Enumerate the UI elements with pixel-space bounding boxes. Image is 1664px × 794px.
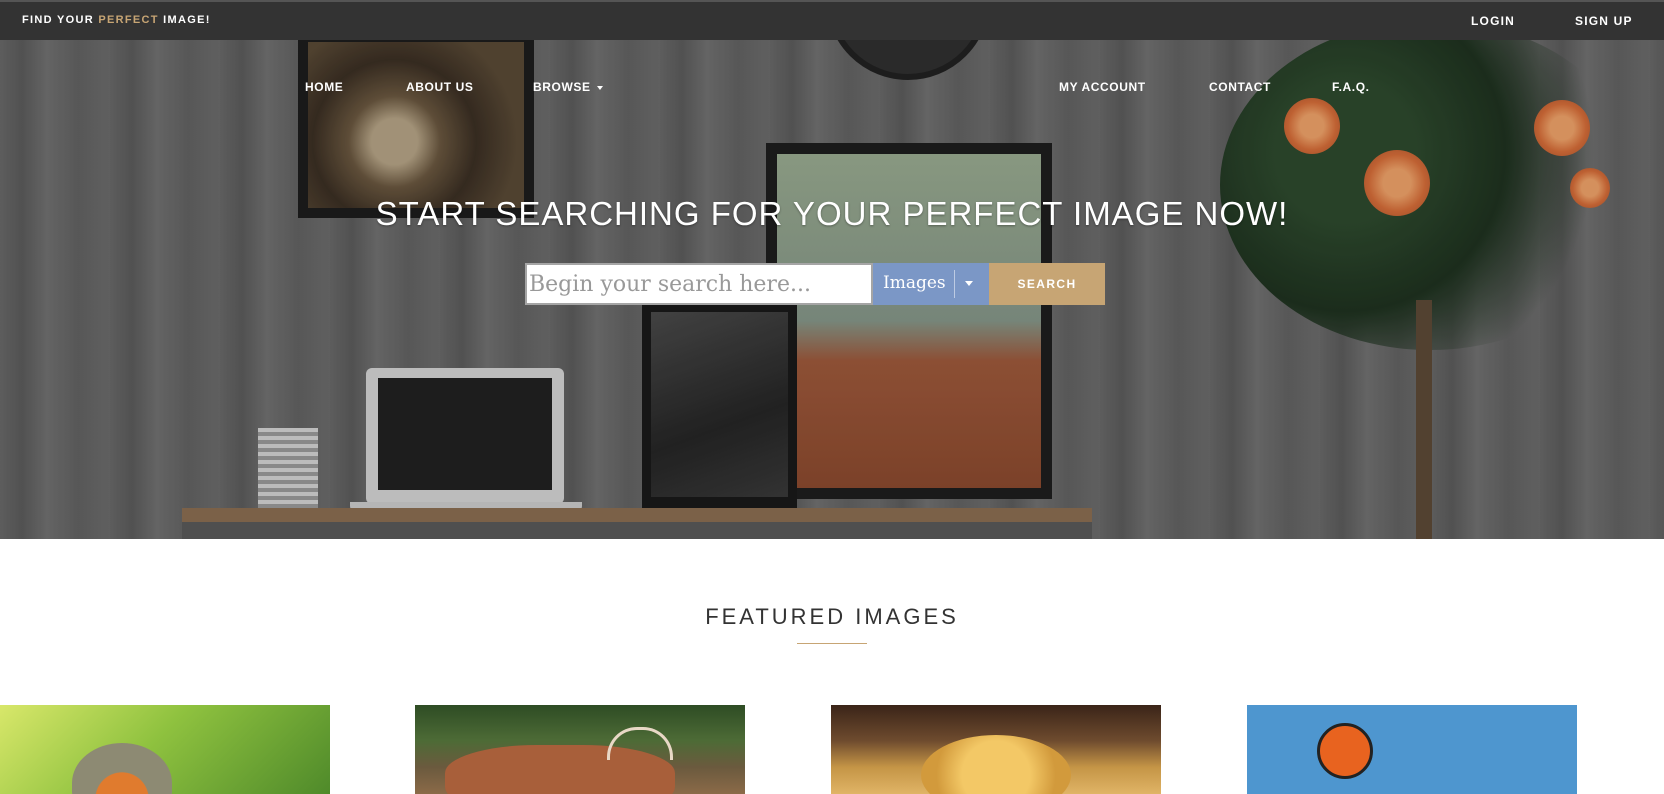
- featured-image-pancakes[interactable]: [831, 705, 1161, 794]
- top-bar: FIND YOUR PERFECT IMAGE! LOGIN SIGN UP: [0, 0, 1664, 40]
- nav-contact[interactable]: CONTACT: [1209, 80, 1271, 94]
- search-bar: Images SEARCH: [525, 263, 1105, 305]
- nav-about[interactable]: ABOUT US: [406, 80, 473, 94]
- search-type-select[interactable]: Images: [873, 263, 989, 305]
- search-input[interactable]: [525, 263, 873, 305]
- search-button[interactable]: SEARCH: [989, 263, 1105, 305]
- nav-browse-label: BROWSE: [533, 80, 591, 94]
- tagline-prefix: FIND YOUR: [22, 14, 99, 26]
- nav-home[interactable]: HOME: [305, 80, 343, 94]
- search-type-value: Images: [883, 273, 946, 293]
- hero-title: START SEARCHING FOR YOUR PERFECT IMAGE N…: [375, 195, 1289, 232]
- tagline-suffix: IMAGE!: [158, 14, 211, 26]
- nav-my-account[interactable]: MY ACCOUNT: [1059, 80, 1146, 94]
- featured-image-illustration[interactable]: [1247, 705, 1577, 794]
- nav-faq[interactable]: F.A.Q.: [1332, 80, 1370, 94]
- chevron-down-icon: [965, 281, 973, 286]
- site-tagline: FIND YOUR PERFECT IMAGE!: [22, 14, 211, 26]
- featured-title: FEATURED IMAGES: [705, 604, 959, 629]
- tagline-accent: PERFECT: [98, 14, 159, 26]
- signup-link[interactable]: SIGN UP: [1575, 14, 1633, 28]
- featured-image-deer[interactable]: [415, 705, 745, 794]
- login-link[interactable]: LOGIN: [1471, 14, 1515, 28]
- nav-browse[interactable]: BROWSE: [533, 80, 603, 94]
- featured-image-robin[interactable]: [0, 705, 330, 794]
- caret-down-icon: [596, 85, 603, 90]
- featured-divider: [797, 643, 867, 644]
